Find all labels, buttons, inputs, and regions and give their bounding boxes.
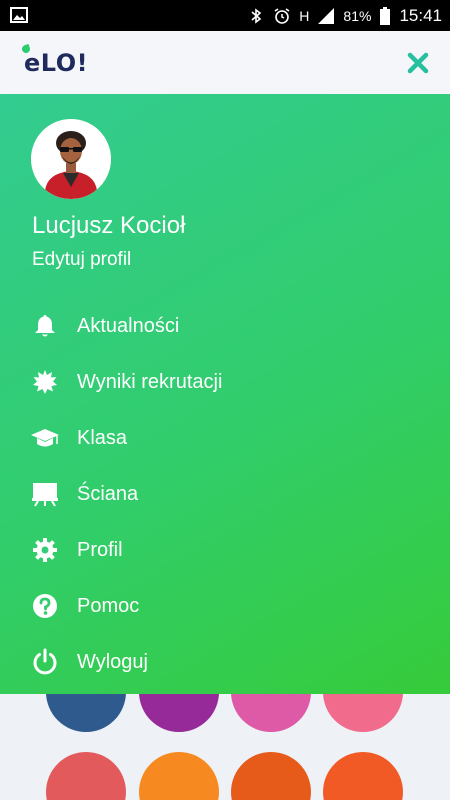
close-icon[interactable] [406, 51, 430, 75]
menu-item-wyniki-rekrutacji[interactable]: Wyniki rekrutacji [0, 354, 450, 410]
menu-item-pomoc[interactable]: Pomoc [0, 578, 450, 634]
battery-percent: 81% [343, 7, 372, 24]
alarm-icon [274, 7, 290, 24]
category-circle[interactable] [231, 694, 311, 732]
app-logo: eLO! [18, 41, 88, 81]
menu-item-label: Aktualności [77, 314, 180, 337]
status-bar: H 81% 15:41 [0, 0, 450, 31]
user-name: Lucjusz Kocioł [32, 212, 186, 239]
category-circle[interactable] [46, 752, 126, 800]
gallery-notification-icon [10, 7, 28, 23]
status-icons: H 81% 15:41 [247, 0, 442, 31]
menu-item-profil[interactable]: Profil [0, 522, 450, 578]
network-type: H [299, 7, 310, 24]
help-icon [30, 591, 60, 621]
bluetooth-icon [251, 7, 262, 24]
clock: 15:41 [399, 5, 442, 25]
menu-item-label: Klasa [77, 426, 128, 449]
menu-item-label: Profil [77, 538, 123, 561]
avatar[interactable] [31, 119, 111, 199]
menu-item-label: Wyloguj [77, 650, 148, 673]
bell-icon [30, 311, 60, 341]
board-icon [30, 479, 60, 509]
drawer-menu: Aktualności Wyniki rekrutacji Klasa Ścia… [0, 298, 450, 690]
navigation-drawer: Lucjusz Kocioł Edytuj profil Aktualności… [0, 94, 450, 694]
category-circle[interactable] [139, 752, 219, 800]
graduation-cap-icon [30, 423, 60, 453]
menu-item-wyloguj[interactable]: Wyloguj [0, 634, 450, 690]
menu-item-label: Pomoc [77, 594, 140, 617]
menu-item-label: Ściana [77, 482, 139, 505]
category-circle[interactable] [46, 694, 126, 732]
battery-icon [380, 6, 391, 25]
menu-item-aktualnosci[interactable]: Aktualności [0, 298, 450, 354]
avatar-image [31, 119, 111, 199]
category-circle[interactable] [323, 694, 403, 732]
menu-item-label: Wyniki rekrutacji [77, 370, 223, 393]
category-circle[interactable] [139, 694, 219, 732]
category-circle[interactable] [231, 752, 311, 800]
app-header: eLO! [0, 31, 450, 94]
background-category-circles [0, 694, 450, 800]
gear-icon [30, 535, 60, 565]
signal-icon [318, 7, 335, 24]
menu-item-klasa[interactable]: Klasa [0, 410, 450, 466]
edit-profile-link[interactable]: Edytuj profil [32, 249, 131, 271]
badge-icon [30, 367, 60, 397]
power-icon [30, 647, 60, 677]
category-circle[interactable] [323, 752, 403, 800]
menu-item-sciana[interactable]: Ściana [0, 466, 450, 522]
